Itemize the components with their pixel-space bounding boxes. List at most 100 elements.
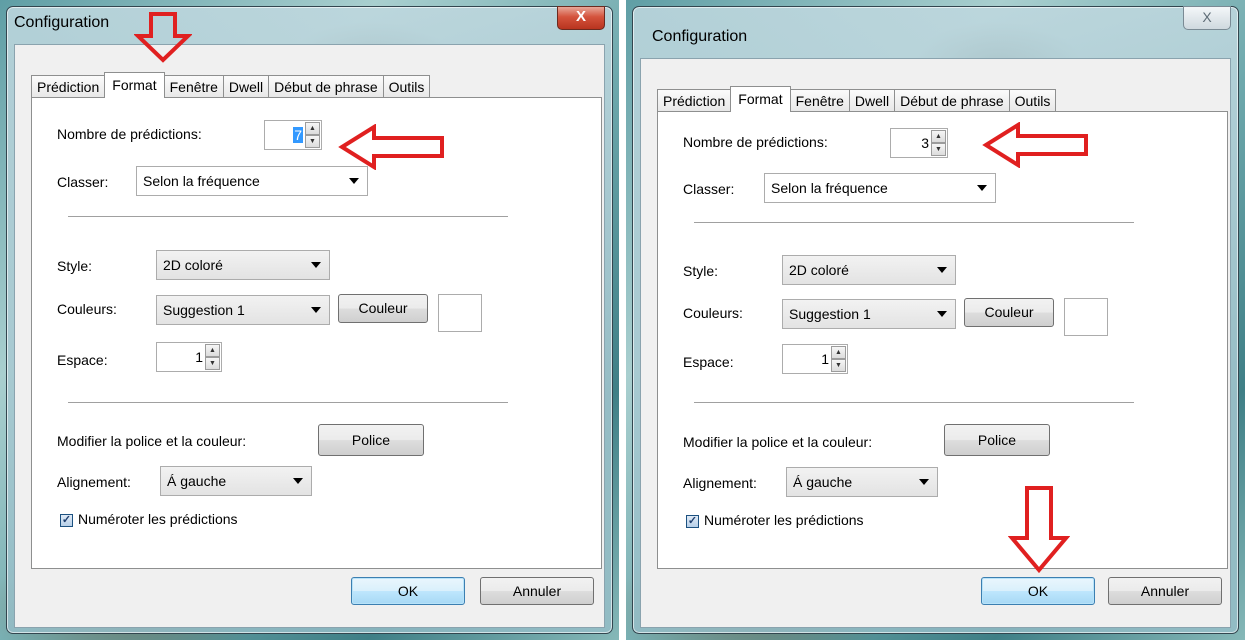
tab-debut-de-phrase[interactable]: Début de phrase [268,75,384,98]
style-dropdown[interactable]: 2D coloré [156,250,330,280]
tab-fenetre[interactable]: Fenêtre [163,75,224,98]
sort-label: Classer: [683,181,735,197]
cancel-button[interactable]: Annuler [1108,577,1222,605]
tab-prediction[interactable]: Prédiction [31,75,106,98]
annotation-arrow-down-icon [134,12,192,63]
predictions-count-label: Nombre de prédictions: [683,134,828,150]
chevron-down-icon [349,178,359,184]
colors-dropdown-value: Suggestion 1 [789,306,871,322]
spin-down-icon[interactable]: ▼ [931,143,946,156]
style-dropdown-value: 2D coloré [789,262,849,278]
tab-dwell[interactable]: Dwell [222,75,270,98]
sort-label: Classer: [57,174,109,190]
spin-up-icon[interactable]: ▲ [305,122,320,135]
tab-debut-de-phrase[interactable]: Début de phrase [894,89,1010,112]
ok-button[interactable]: OK [351,577,465,605]
dialog-right: Configuration X Prédiction Format Fenêtr… [626,0,1245,640]
dialog-client-area: Prédiction Format Fenêtre Dwell Début de… [640,58,1231,628]
annotation-arrow-left-icon [338,124,444,170]
chevron-down-icon [293,478,303,484]
predictions-count-spinner[interactable]: 3 ▲ ▼ [890,128,948,158]
chevron-down-icon [937,311,947,317]
cancel-button[interactable]: Annuler [480,577,594,605]
chevron-down-icon [311,307,321,313]
window-title: Configuration [14,14,110,31]
font-button[interactable]: Police [318,424,424,456]
predictions-count-value[interactable]: 7 [293,127,303,143]
predictions-count-value[interactable]: 3 [921,135,929,151]
spin-down-icon[interactable]: ▼ [305,135,320,148]
colors-dropdown-value: Suggestion 1 [163,302,245,318]
window-title: Configuration [652,28,748,45]
dialog-left: Configuration X Prédiction Format Fenêtr… [0,0,619,640]
spin-down-icon[interactable]: ▼ [205,357,220,370]
space-label: Espace: [683,354,734,370]
font-label: Modifier la police et la couleur: [57,433,247,449]
number-predictions-label: Numéroter les prédictions [704,512,864,528]
tab-strip: Prédiction Format Fenêtre Dwell Début de… [31,72,431,98]
chevron-down-icon [977,185,987,191]
color-swatch[interactable] [438,294,482,332]
predictions-count-label: Nombre de prédictions: [57,126,202,142]
colors-label: Couleurs: [683,305,743,321]
ok-button[interactable]: OK [981,577,1095,605]
spin-up-icon[interactable]: ▲ [205,344,220,357]
alignment-dropdown[interactable]: Á gauche [160,466,312,496]
style-label: Style: [683,263,719,279]
number-predictions-checkbox[interactable]: ✓ [60,514,73,527]
spin-down-icon[interactable]: ▼ [831,359,846,372]
close-button[interactable]: X [1183,6,1231,30]
tab-format[interactable]: Format [104,72,165,98]
space-spinner[interactable]: 1 ▲ ▼ [782,344,848,374]
colors-label: Couleurs: [57,301,117,317]
spin-up-icon[interactable]: ▲ [931,130,946,143]
tab-outils[interactable]: Outils [1008,89,1057,112]
separator [68,402,508,403]
sort-dropdown-value: Selon la fréquence [143,173,260,189]
colors-dropdown[interactable]: Suggestion 1 [782,299,956,329]
tab-dwell[interactable]: Dwell [848,89,896,112]
space-spinner[interactable]: 1 ▲ ▼ [156,342,222,372]
font-label: Modifier la police et la couleur: [683,434,873,450]
sort-dropdown-value: Selon la fréquence [771,180,888,196]
tab-outils[interactable]: Outils [382,75,431,98]
spin-up-icon[interactable]: ▲ [831,346,846,359]
colors-dropdown[interactable]: Suggestion 1 [156,295,330,325]
alignment-dropdown-value: Á gauche [167,473,227,489]
separator [694,402,1134,403]
tab-prediction[interactable]: Prédiction [657,89,732,112]
number-predictions-checkbox[interactable]: ✓ [686,515,699,528]
format-tab-panel: Nombre de prédictions: 3 ▲ ▼ Classer: Se… [657,111,1228,569]
dialog-client-area: Prédiction Format Fenêtre Dwell Début de… [14,44,605,628]
tab-strip: Prédiction Format Fenêtre Dwell Début de… [657,86,1057,112]
tab-format[interactable]: Format [730,86,791,112]
alignment-dropdown-value: Á gauche [793,474,853,490]
style-dropdown-value: 2D coloré [163,257,223,273]
space-value[interactable]: 1 [821,351,829,367]
close-button[interactable]: X [557,6,605,30]
annotation-arrow-down-icon [1008,486,1070,574]
chevron-down-icon [919,479,929,485]
style-dropdown[interactable]: 2D coloré [782,255,956,285]
alignment-label: Alignement: [57,474,131,490]
sort-dropdown[interactable]: Selon la fréquence [136,166,368,196]
annotation-arrow-left-icon [982,122,1088,168]
predictions-count-spinner[interactable]: 7 ▲ ▼ [264,120,322,150]
chevron-down-icon [937,267,947,273]
color-swatch[interactable] [1064,298,1108,336]
space-value[interactable]: 1 [195,349,203,365]
alignment-dropdown[interactable]: Á gauche [786,467,938,497]
separator [68,216,508,217]
color-button[interactable]: Couleur [964,298,1054,327]
number-predictions-label[interactable]: Numéroter les prédictions [78,511,238,527]
alignment-label: Alignement: [683,475,757,491]
color-button[interactable]: Couleur [338,294,428,323]
sort-dropdown[interactable]: Selon la fréquence [764,173,996,203]
separator [694,222,1134,223]
font-button[interactable]: Police [944,424,1050,456]
chevron-down-icon [311,262,321,268]
format-tab-panel: Nombre de prédictions: 7 ▲ ▼ Classer: Se… [31,97,602,569]
space-label: Espace: [57,352,108,368]
style-label: Style: [57,258,93,274]
tab-fenetre[interactable]: Fenêtre [789,89,850,112]
